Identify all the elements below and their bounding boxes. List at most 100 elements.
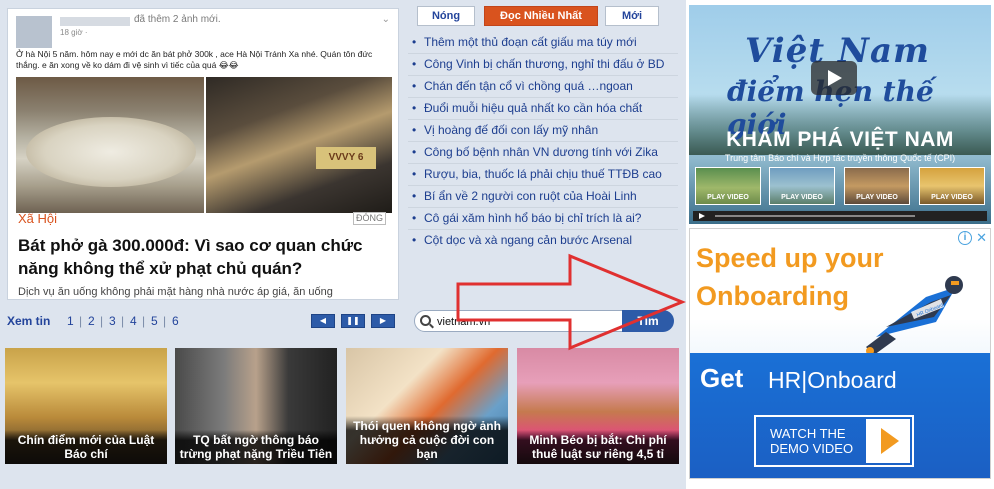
pager-divider: | xyxy=(142,314,146,328)
pager-label: Xem tin xyxy=(7,314,51,328)
bullet-icon: • xyxy=(412,145,417,159)
news-link[interactable]: • Cột dọc và xà ngang cản bước Arsenal xyxy=(408,230,678,251)
pager-divider: | xyxy=(79,314,83,328)
play-icon[interactable] xyxy=(699,213,705,219)
video-thumbnail[interactable]: PLAY VIDEO xyxy=(695,167,761,205)
news-link[interactable]: • Chán đến tận cổ vì chồng quá …ngoan xyxy=(408,76,678,98)
video-progress[interactable] xyxy=(715,215,915,217)
post-photos: VVVY 6 xyxy=(16,77,392,213)
news-link[interactable]: • Thêm một thủ đoạn cất giấu ma túy mới xyxy=(408,32,678,54)
bullet-icon: • xyxy=(412,35,417,49)
superhero-illustration: HR Onboard xyxy=(866,276,963,355)
search-input[interactable] xyxy=(437,314,627,329)
news-link[interactable]: • Đuổi muỗi hiệu quả nhất ko cần hóa chất xyxy=(408,98,678,120)
related-stories: Chín điểm mới của Luật Báo chí TQ bất ng… xyxy=(0,340,686,489)
post-time: 18 giờ · xyxy=(60,28,88,37)
tourism-video-ad[interactable]: Việt Nam điểm hẹn thế giới KHÁM PHÁ VIỆT… xyxy=(689,5,991,224)
bullet-icon: • xyxy=(412,211,417,225)
video-controls[interactable] xyxy=(693,211,987,221)
search-icon xyxy=(420,315,431,326)
page-link-3[interactable]: 3 xyxy=(109,314,116,328)
video-thumbnail[interactable]: PLAY VIDEO xyxy=(844,167,910,205)
tab-new[interactable]: Mới xyxy=(605,6,659,26)
hr-onboard-ad[interactable]: i ✕ Speed up your Onboarding HR Onboard G… xyxy=(689,228,991,479)
news-title: Cô gái xăm hình hổ báo bị chỉ trích là a… xyxy=(424,211,642,225)
news-link[interactable]: • Vị hoàng đế đối con lấy mỹ nhân xyxy=(408,120,678,142)
watch-demo-button[interactable]: WATCH THE DEMO VIDEO xyxy=(754,415,914,467)
news-link[interactable]: • Bí ẩn về 2 người con ruột của Hoài Linh xyxy=(408,186,678,208)
news-link[interactable]: • Rượu, bia, thuốc lá phải chịu thuế TTĐB… xyxy=(408,164,678,186)
most-read-panel: Nóng Đọc Nhiều Nhất Mới • Thêm một thủ đo… xyxy=(408,4,684,334)
cta-line-2: DEMO VIDEO xyxy=(770,441,854,456)
play-video-label: PLAY VIDEO xyxy=(931,194,973,201)
hr-onboard-logo: HR|Onboard xyxy=(768,367,897,393)
news-list: • Thêm một thủ đoạn cất giấu ma túy mới •… xyxy=(408,32,678,251)
next-icon[interactable]: ▶ xyxy=(371,314,395,328)
video-thumbnail[interactable]: PLAY VIDEO xyxy=(769,167,835,205)
bullet-icon: • xyxy=(412,167,417,181)
pager-divider: | xyxy=(163,314,167,328)
ad-subtitle: Trung tâm Báo chí và Hợp tác truyền thôn… xyxy=(724,153,956,163)
play-icon xyxy=(866,419,910,463)
news-link[interactable]: • Cô gái xăm hình hổ báo bị chỉ trích là … xyxy=(408,208,678,230)
page-link-6[interactable]: 6 xyxy=(172,314,179,328)
bullet-icon: • xyxy=(412,123,417,137)
news-link[interactable]: • Công bố bệnh nhân VN dương tính với Zik… xyxy=(408,142,678,164)
main-content: đã thêm 2 ảnh mới. 18 giờ · ⌄ Ở hà Nội 5… xyxy=(0,0,686,489)
facebook-post-text: Ở hà Nội 5 năm. hôm nay e mới dc ăn bát … xyxy=(16,49,373,70)
story-headline[interactable]: Bát phở gà 300.000đ: Vì sao cơ quan chức… xyxy=(18,234,390,280)
story-category[interactable]: Xã Hội xyxy=(18,211,57,226)
news-title: Vị hoàng đế đối con lấy mỹ nhân xyxy=(424,123,599,137)
page-link-4[interactable]: 4 xyxy=(130,314,137,328)
play-video-label: PLAY VIDEO xyxy=(856,194,898,201)
bullet-icon: • xyxy=(412,57,417,71)
story-card-caption: Minh Béo bị bắt: Chi phí thuê luật sư ri… xyxy=(517,430,679,464)
story-card-caption: TQ bất ngờ thông báo trừng phạt nặng Tri… xyxy=(175,430,337,464)
video-thumbnail[interactable]: PLAY VIDEO xyxy=(919,167,985,205)
news-title: Chán đến tận cổ vì chồng quá …ngoan xyxy=(424,79,633,93)
adchoices-icon[interactable]: i xyxy=(958,231,972,245)
page-link-2[interactable]: 2 xyxy=(88,314,95,328)
page-link-5[interactable]: 5 xyxy=(151,314,158,328)
news-title: Công bố bệnh nhân VN dương tính với Zika xyxy=(424,145,658,159)
search-box xyxy=(414,310,646,332)
pager-divider: | xyxy=(100,314,104,328)
bullet-icon: • xyxy=(412,101,417,115)
play-video-label: PLAY VIDEO xyxy=(707,194,749,201)
bullet-icon: • xyxy=(412,79,417,93)
story-card[interactable]: Chín điểm mới của Luật Báo chí xyxy=(5,348,167,464)
close-icon[interactable]: ✕ xyxy=(976,230,987,246)
noodle-bowl xyxy=(26,117,196,187)
close-label[interactable]: ĐÓNG xyxy=(353,212,386,225)
page-link-1[interactable]: 1 xyxy=(67,314,74,328)
pause-icon[interactable]: ❚❚ xyxy=(341,314,365,328)
ad-get-text: Get xyxy=(700,363,744,393)
search-button[interactable]: Tìm xyxy=(622,310,674,332)
story-card[interactable]: TQ bất ngờ thông báo trừng phạt nặng Tri… xyxy=(175,348,337,464)
story-card[interactable]: Minh Béo bị bắt: Chi phí thuê luật sư ri… xyxy=(517,348,679,464)
tab-hot[interactable]: Nóng xyxy=(417,6,475,26)
tab-most-read[interactable]: Đọc Nhiều Nhất xyxy=(484,6,598,26)
avatar xyxy=(16,16,52,48)
shop-sign: VVVY 6 xyxy=(316,147,376,169)
bullet-icon: • xyxy=(412,189,417,203)
story-summary: Dịch vụ ăn uống không phải mặt hàng nhà … xyxy=(18,286,333,298)
news-title: Rượu, bia, thuốc lá phải chịu thuế TTĐB … xyxy=(424,167,662,181)
story-card-caption: Chín điểm mới của Luật Báo chí xyxy=(5,430,167,464)
ad-headline-line-2: Onboarding xyxy=(696,281,849,311)
video-thumbnails: PLAY VIDEO PLAY VIDEO PLAY VIDEO PLAY VI… xyxy=(695,167,985,207)
prev-icon[interactable]: ◀ xyxy=(311,314,335,328)
news-link[interactable]: • Công Vinh bị chấn thương, nghỉ thi đấu … xyxy=(408,54,678,76)
news-title: Bí ẩn về 2 người con ruột của Hoài Linh xyxy=(424,189,637,203)
facebook-post-header: đã thêm 2 ảnh mới. 18 giờ · ⌄ xyxy=(16,14,390,50)
ad-title: KHÁM PHÁ VIỆT NAM xyxy=(726,128,954,151)
play-icon[interactable] xyxy=(811,61,857,95)
blurred-name xyxy=(60,17,130,26)
news-title: Công Vinh bị chấn thương, nghỉ thi đấu ở… xyxy=(424,57,665,71)
play-video-label: PLAY VIDEO xyxy=(781,194,823,201)
news-title: Cột dọc và xà ngang cản bước Arsenal xyxy=(424,233,633,247)
story-card[interactable]: Thói quen không ngờ ảnh hưởng cả cuộc đờ… xyxy=(346,348,508,464)
story-card-caption: Thói quen không ngờ ảnh hưởng cả cuộc đờ… xyxy=(346,416,508,464)
news-title: Đuổi muỗi hiệu quả nhất ko cần hóa chất xyxy=(424,101,643,115)
featured-story[interactable]: đã thêm 2 ảnh mới. 18 giờ · ⌄ Ở hà Nội 5… xyxy=(7,8,399,300)
